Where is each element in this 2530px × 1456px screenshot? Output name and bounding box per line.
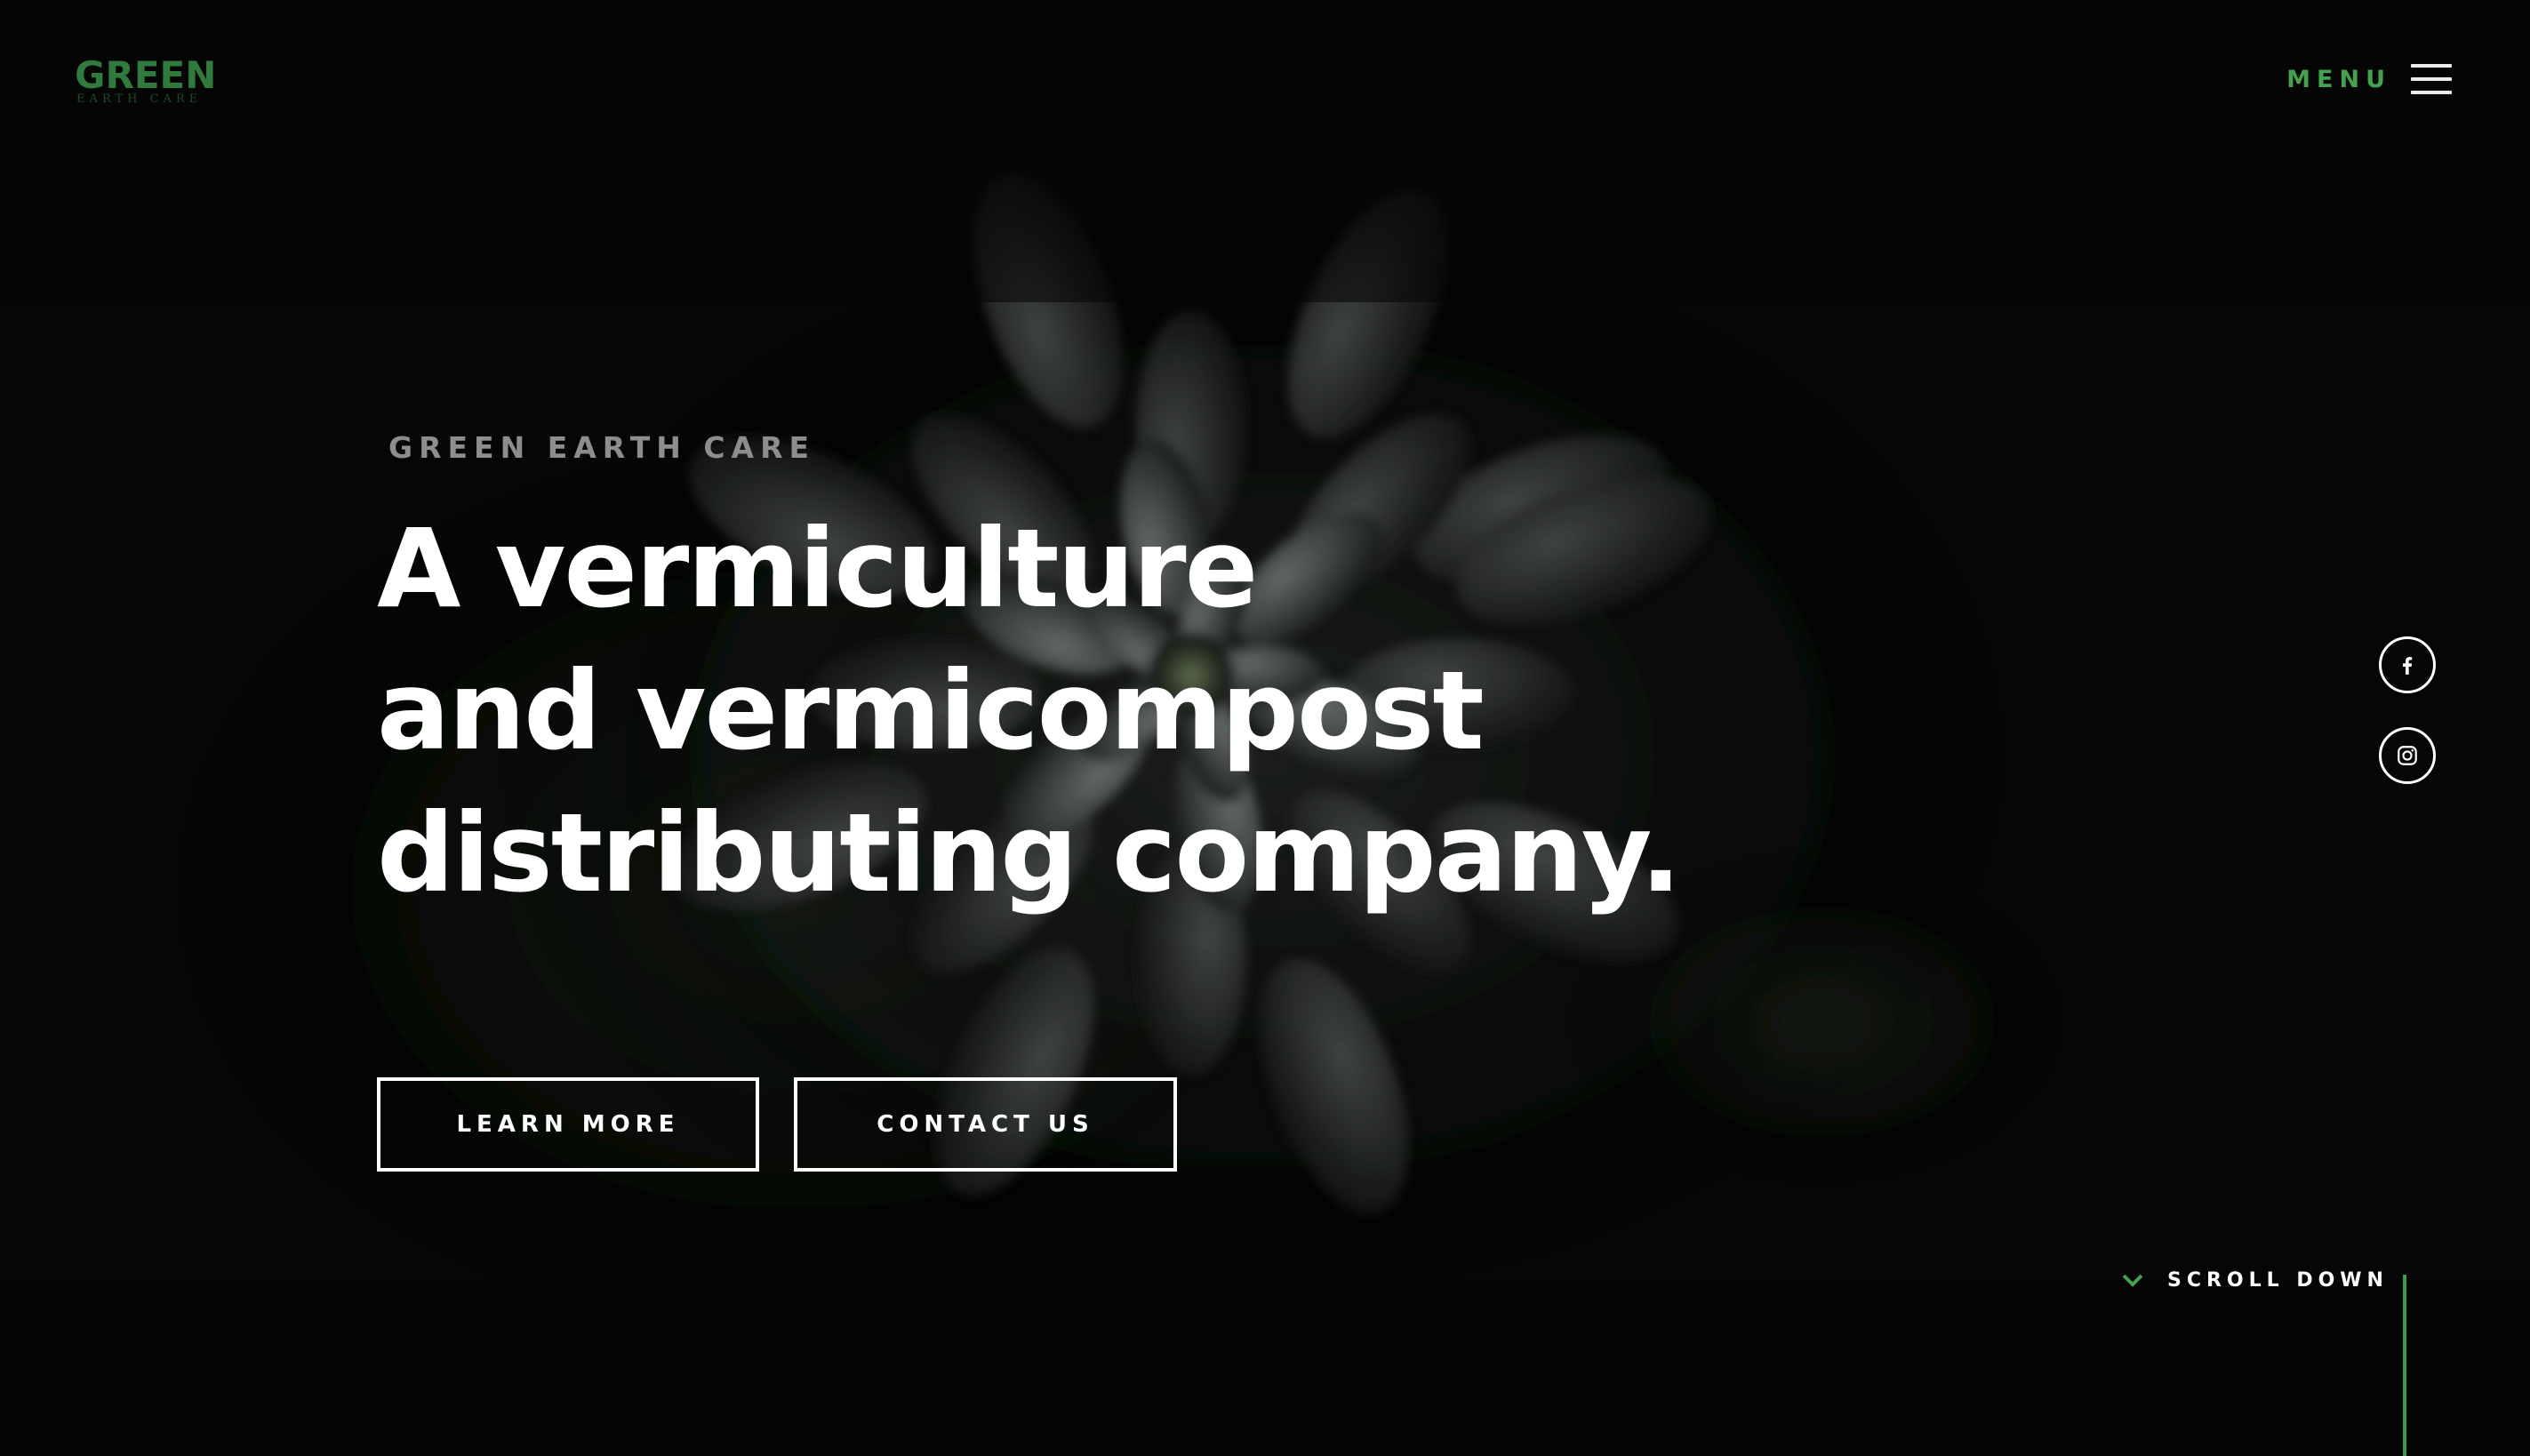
scroll-down-label: SCROLL DOWN xyxy=(2167,1268,2389,1292)
scroll-indicator-line xyxy=(2403,1275,2406,1456)
menu-toggle[interactable]: MENU xyxy=(2286,57,2452,101)
facebook-link[interactable] xyxy=(2379,636,2436,693)
logo-wordmark: GREEN xyxy=(75,53,217,97)
instagram-link[interactable] xyxy=(2379,727,2436,784)
hero-headline: A vermiculture and vermicompost distribu… xyxy=(377,498,1681,924)
instagram-icon xyxy=(2398,746,2417,765)
learn-more-button[interactable]: LEARN MORE xyxy=(377,1077,759,1172)
hero-eyebrow: GREEN EARTH CARE xyxy=(388,430,816,465)
facebook-icon xyxy=(2403,657,2413,675)
logo-subtitle: EARTH CARE xyxy=(76,92,203,106)
headline-line-2: and vermicompost xyxy=(377,648,1485,774)
headline-line-3: distributing company. xyxy=(377,790,1681,916)
hamburger-icon xyxy=(2411,60,2452,98)
hero-page: GREEN EARTH CARE MENU GREEN EARTH CARE A… xyxy=(0,0,2530,1456)
chevron-down-icon xyxy=(2122,1274,2143,1287)
scroll-down-link[interactable]: SCROLL DOWN xyxy=(2121,1266,2389,1294)
contact-us-button[interactable]: CONTACT US xyxy=(794,1077,1177,1172)
headline-line-1: A vermiculture xyxy=(377,506,1258,632)
brand-logo[interactable]: GREEN EARTH CARE xyxy=(75,55,217,108)
menu-label: MENU xyxy=(2286,65,2391,93)
